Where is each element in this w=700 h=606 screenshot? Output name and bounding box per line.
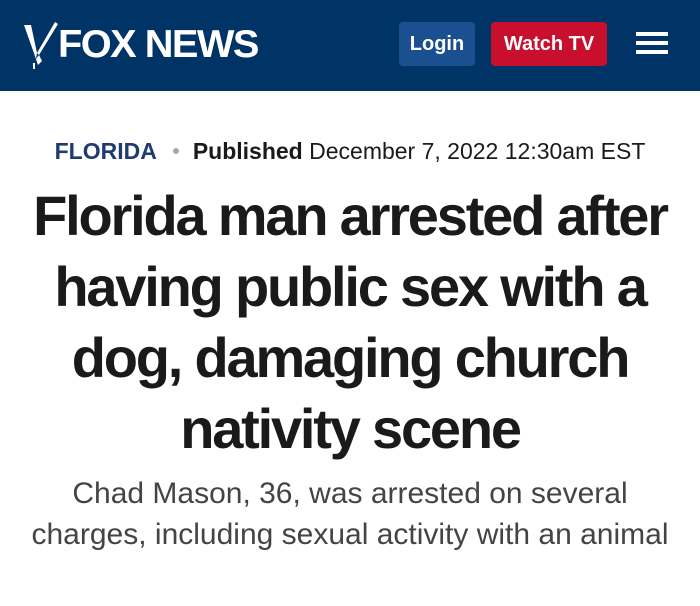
menu-bar <box>636 41 668 45</box>
published-date: December 7, 2022 12:30am EST <box>309 138 646 164</box>
logo-wordmark: FOX NEWS <box>58 22 259 66</box>
login-button[interactable]: Login <box>399 22 475 66</box>
article-meta: FLORIDA Published December 7, 2022 12:30a… <box>0 138 700 165</box>
site-header: FOX NEWS Login Watch TV <box>0 0 700 91</box>
fox-news-logo[interactable]: FOX NEWS <box>22 18 259 70</box>
category-link[interactable]: FLORIDA <box>55 138 157 164</box>
article-subheadline: Chad Mason, 36, was arrested on several … <box>31 477 669 551</box>
menu-bar <box>636 32 668 36</box>
published-label: Published <box>192 138 303 164</box>
watch-tv-button[interactable]: Watch TV <box>491 22 607 66</box>
hamburger-menu-icon[interactable] <box>636 32 670 58</box>
menu-bar <box>636 50 668 54</box>
article-headline: Florida man arrested after having public… <box>33 184 669 460</box>
searchlight-logo-icon <box>24 22 58 69</box>
separator-dot <box>172 147 179 154</box>
